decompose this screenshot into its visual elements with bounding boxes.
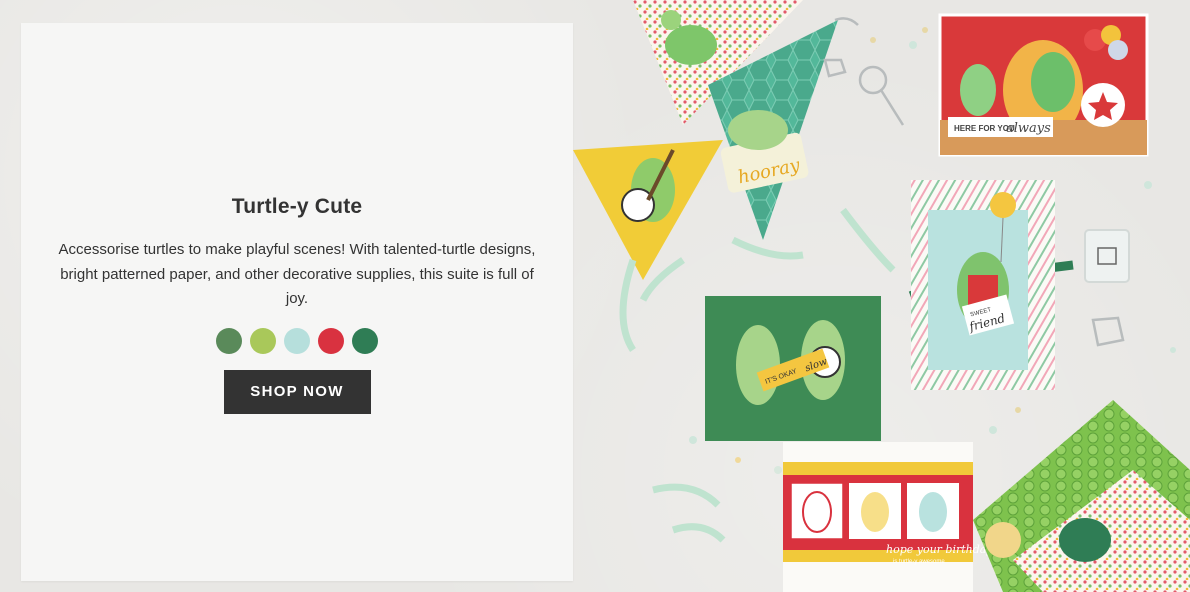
- always-text: always: [1006, 121, 1051, 136]
- stage-card: HERE FOR YOU always: [938, 13, 1149, 157]
- lime-swatch[interactable]: [250, 327, 276, 354]
- yellow-pennant: [573, 140, 723, 280]
- promo-title: Turtle-y Cute: [231, 195, 363, 218]
- product-photo: hooray HERE FOR YOU always SWEET friend …: [573, 0, 1190, 592]
- friend-card: SWEET friend: [911, 180, 1055, 390]
- awesome-text: is turtle-y awesome: [893, 559, 945, 565]
- banjo-card: IT'S OKAY slow: [705, 296, 881, 441]
- clear-stamp-block: [1084, 229, 1130, 283]
- promo-panel: Turtle-y Cute Accessorise turtles to mak…: [21, 23, 573, 581]
- red-swatch[interactable]: [318, 327, 344, 354]
- shop-now-button[interactable]: SHOP NOW: [223, 369, 371, 414]
- birthday-card: hope your birthday is turtle-y awesome: [783, 442, 993, 592]
- green-swatch[interactable]: [216, 327, 242, 354]
- dark-green-swatch[interactable]: [352, 327, 378, 354]
- promo-description: Accessorise turtles to make playful scen…: [58, 241, 536, 307]
- color-swatches: [216, 327, 378, 354]
- mint-swatch[interactable]: [284, 327, 310, 354]
- hope-text: hope your birthday: [886, 543, 993, 556]
- patterned-paper-stack: [973, 400, 1190, 592]
